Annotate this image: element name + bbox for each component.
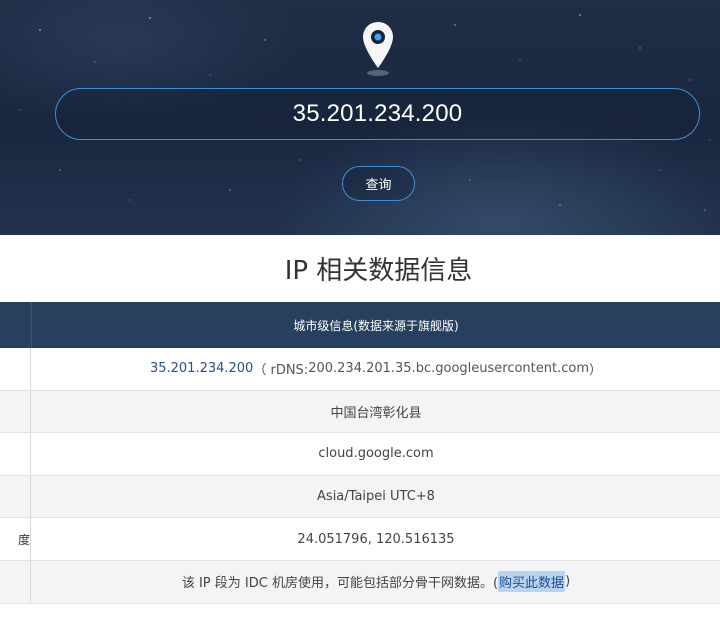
location-value: 中国台湾彰化县 (330, 405, 422, 421)
row-label (0, 560, 31, 603)
city-level-header: 城市级信息(数据来源于旗舰版) (293, 318, 459, 333)
section-title: IP 相关数据信息 (284, 256, 473, 286)
rdns-suffix: ） (589, 363, 603, 379)
rdns-prefix: （ rDNS: (253, 363, 309, 379)
query-button[interactable]: 查询 (342, 166, 415, 201)
table-row-ip: 35.201.234.200 （ rDNS: 200.234.201.35.bc… (0, 348, 720, 391)
usage-note-end: ) (565, 574, 571, 590)
usage-cell: 该 IP 段为 IDC 机房使用，可能包括部分骨干网数据。( 购买此数据 ) (32, 561, 720, 603)
table-row-owner: cloud.google.com (0, 433, 720, 476)
table-header: 城市级信息(数据来源于旗舰版) (0, 302, 720, 348)
table-row-location: 中国台湾彰化县 (0, 390, 720, 434)
row-label (0, 348, 31, 390)
row-label: 度 (0, 518, 31, 560)
usage-note: 该 IP 段为 IDC 机房使用，可能包括部分骨干网数据。( (181, 576, 499, 592)
ip-info-table: 城市级信息(数据来源于旗舰版) 35.201.234.200 （ rDNS: 2… (0, 302, 720, 604)
table-row-timezone: Asia/Taipei UTC+8 (0, 475, 720, 519)
timezone-value: Asia/Taipei UTC+8 (317, 489, 435, 505)
table-row-coordinates: 度 24.051796, 120.516135 (0, 518, 720, 561)
row-label (0, 475, 31, 518)
buy-data-link[interactable]: 购买此数据 (498, 571, 566, 593)
ip-address-link[interactable]: 35.201.234.200 (150, 361, 253, 376)
row-label (0, 390, 31, 433)
search-hero: 35.201.234.200 查询 (0, 0, 720, 235)
table-row-usage: 该 IP 段为 IDC 机房使用，可能包括部分骨干网数据。( 购买此数据 ) (0, 560, 720, 604)
ip-search-input[interactable]: 35.201.234.200 (55, 88, 700, 140)
coordinates-value: 24.051796, 120.516135 (297, 531, 455, 547)
row-label (0, 433, 31, 475)
ip-cell: 35.201.234.200 （ rDNS: 200.234.201.35.bc… (32, 348, 720, 390)
location-pin-icon (363, 22, 393, 76)
ip-input-value: 35.201.234.200 (292, 100, 463, 127)
rdns-value: 200.234.201.35.bc.googleusercontent.com (308, 361, 590, 377)
owner-value: cloud.google.com (318, 446, 434, 462)
